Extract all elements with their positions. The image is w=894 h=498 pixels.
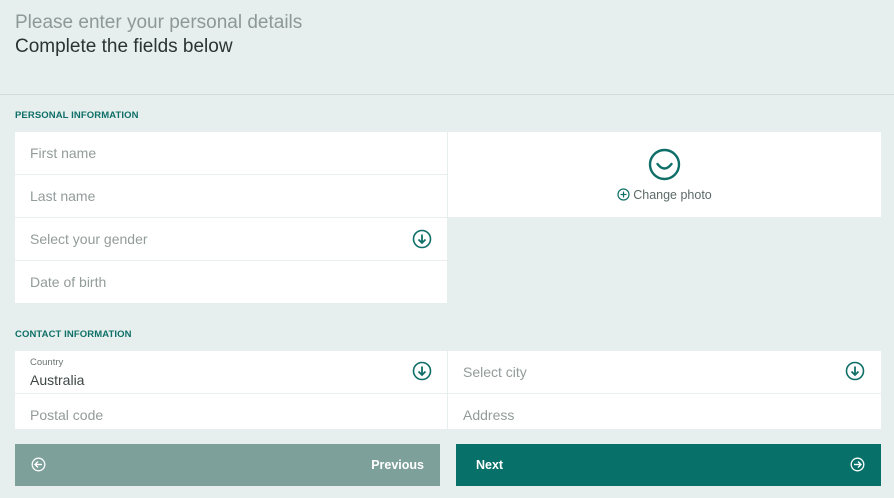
page-header: Please enter your personal details Compl… — [0, 0, 894, 95]
dob-placeholder: Date of birth — [30, 274, 107, 290]
arrow-down-circle-icon[interactable] — [412, 229, 432, 249]
previous-label: Previous — [371, 458, 424, 472]
contact-right-panel: Select city Address — [448, 351, 881, 429]
country-label: Country — [30, 357, 64, 368]
gender-placeholder: Select your gender — [30, 231, 148, 247]
next-button[interactable]: Next — [456, 444, 881, 486]
previous-button[interactable]: Previous — [15, 444, 440, 486]
photo-panel: Change photo — [448, 132, 881, 217]
change-photo-label: Change photo — [633, 188, 712, 202]
arrow-left-circle-icon — [31, 457, 46, 472]
address-placeholder: Address — [463, 407, 515, 423]
postal-code-placeholder: Postal code — [30, 407, 104, 423]
last-name-placeholder: Last name — [30, 188, 96, 204]
contact-section-label: CONTACT INFORMATION — [15, 329, 132, 340]
personal-fields-panel: First name Last name Select your gender … — [15, 132, 447, 303]
last-name-field[interactable]: Last name — [15, 175, 447, 218]
page-title: Please enter your personal details — [15, 12, 303, 33]
postal-code-field[interactable]: Postal code — [15, 394, 447, 429]
first-name-field[interactable]: First name — [15, 132, 447, 175]
dob-field[interactable]: Date of birth — [15, 261, 447, 303]
next-label: Next — [476, 458, 504, 472]
city-placeholder: Select city — [463, 364, 527, 380]
personal-section-label: PERSONAL INFORMATION — [15, 110, 139, 121]
plus-circle-icon — [617, 188, 630, 201]
city-select[interactable]: Select city — [448, 351, 881, 394]
gender-select[interactable]: Select your gender — [15, 218, 447, 261]
page-subtitle: Complete the fields below — [15, 36, 233, 57]
arrow-down-circle-icon[interactable] — [412, 361, 432, 381]
smiley-icon — [648, 148, 681, 181]
country-value: Australia — [30, 372, 85, 388]
address-field[interactable]: Address — [448, 394, 881, 429]
change-photo-button[interactable]: Change photo — [448, 188, 881, 202]
country-select[interactable]: Country Australia — [15, 351, 447, 394]
arrow-right-circle-icon — [850, 457, 865, 472]
contact-left-panel: Country Australia Postal code — [15, 351, 447, 429]
arrow-down-circle-icon[interactable] — [845, 361, 865, 381]
first-name-placeholder: First name — [30, 145, 97, 161]
